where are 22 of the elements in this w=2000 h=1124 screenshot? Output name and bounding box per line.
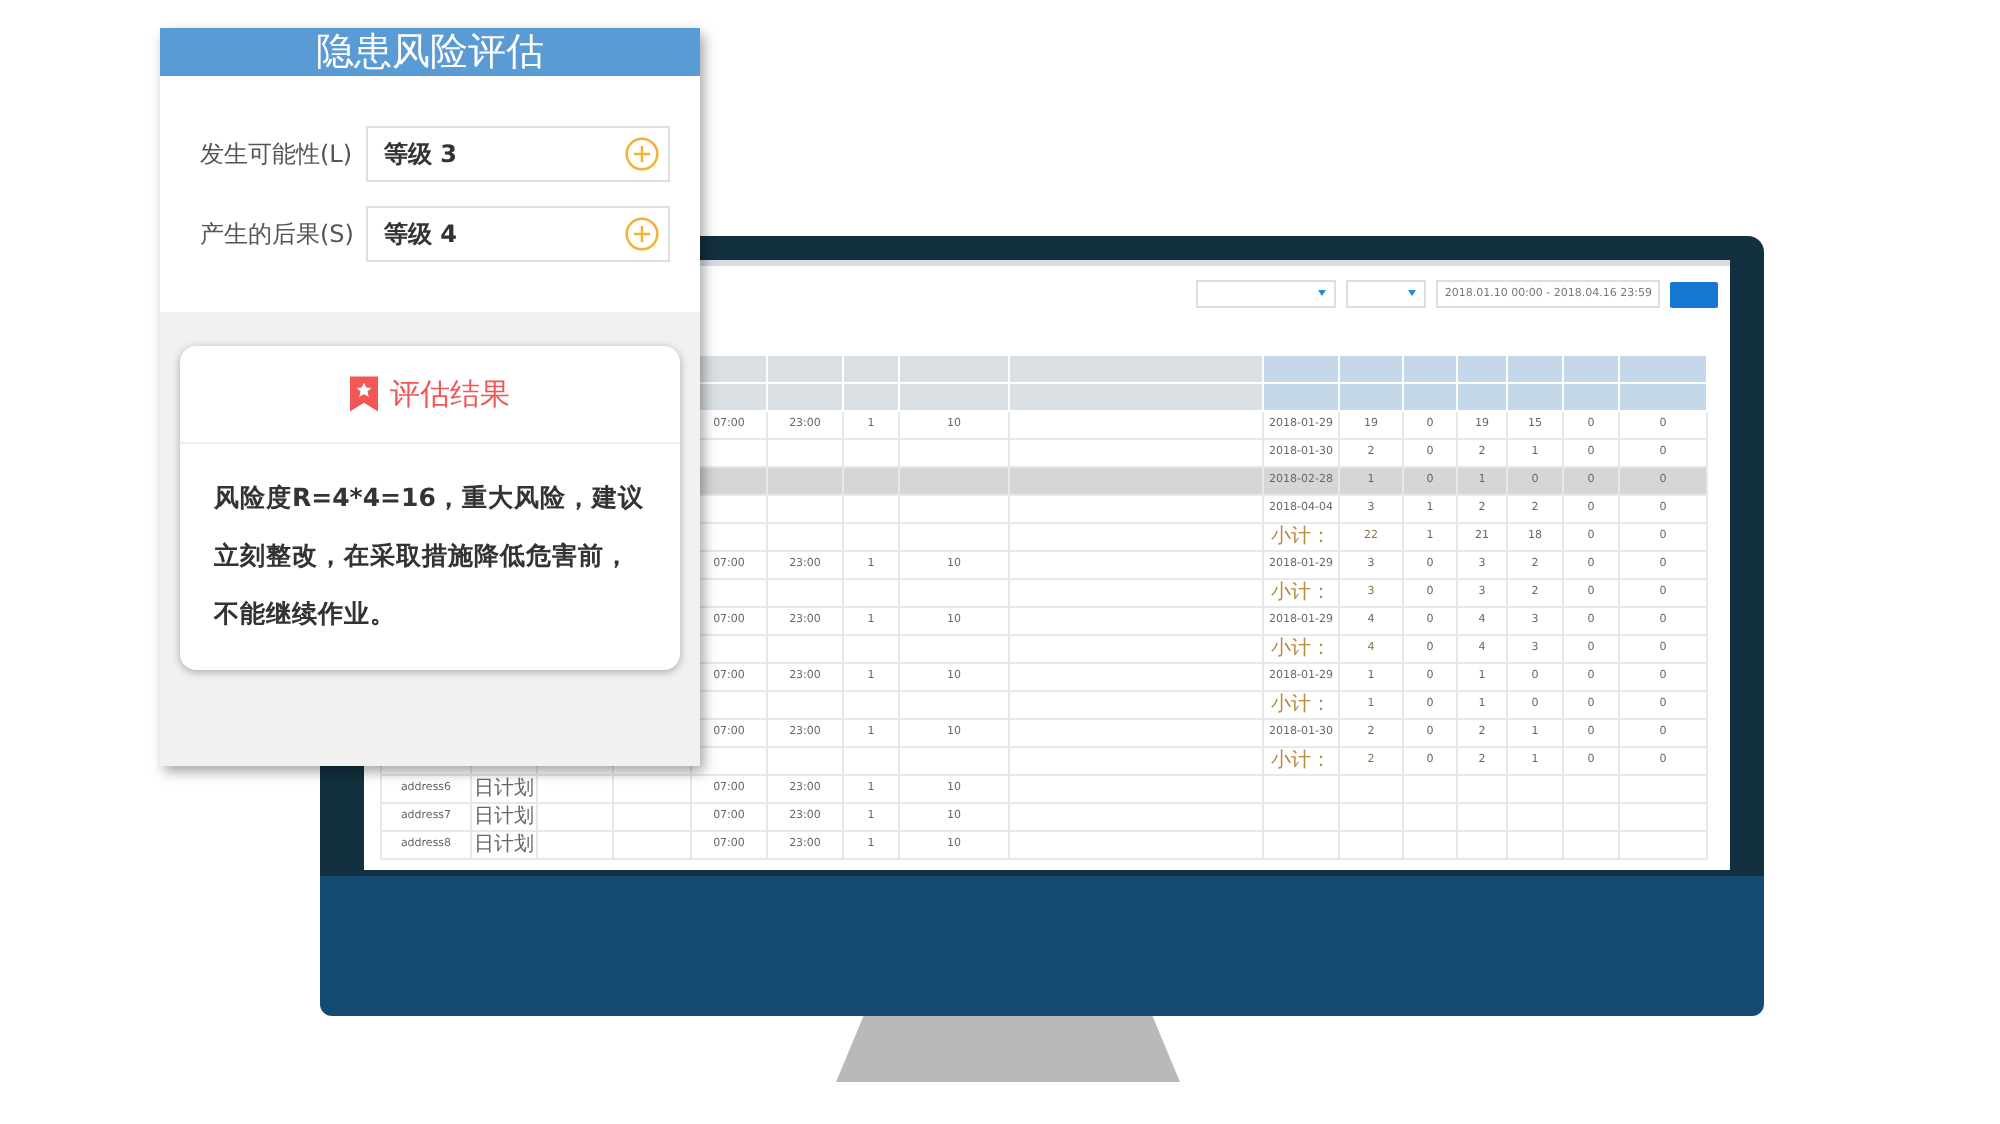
result-text: 风险度R=4*4=16，重大风险，建议立刻整改，在采取措施降低危害前，不能继续作业。 (211, 480, 646, 632)
table-cell: 小计： (1271, 525, 1331, 548)
table-cell: 小计： (1271, 693, 1331, 716)
field-label: 发生可能性(L) (200, 137, 346, 171)
table-cell: 日计划 (474, 805, 534, 828)
search-button[interactable] (1670, 281, 1718, 307)
caret-icon (1318, 290, 1327, 296)
level-field[interactable]: 等级 3 (366, 126, 670, 182)
dropdown[interactable] (1196, 280, 1337, 308)
result-heading: 评估结果 (390, 375, 510, 413)
table-cell: 小计： (1271, 637, 1331, 660)
panel-title: 隐患风险评估 (160, 28, 700, 76)
table-cell: 日计划 (474, 777, 534, 800)
caret-icon (1408, 290, 1417, 296)
level-field[interactable]: 等级 4 (366, 206, 670, 262)
bookmark-star-icon (350, 376, 378, 412)
dropdown[interactable] (1346, 280, 1427, 308)
add-icon (624, 216, 660, 252)
table-cell: 小计： (1271, 581, 1331, 604)
add-icon (624, 136, 660, 172)
table-cell: 小计： (1271, 749, 1331, 772)
table-cell: 日计划 (474, 833, 534, 856)
